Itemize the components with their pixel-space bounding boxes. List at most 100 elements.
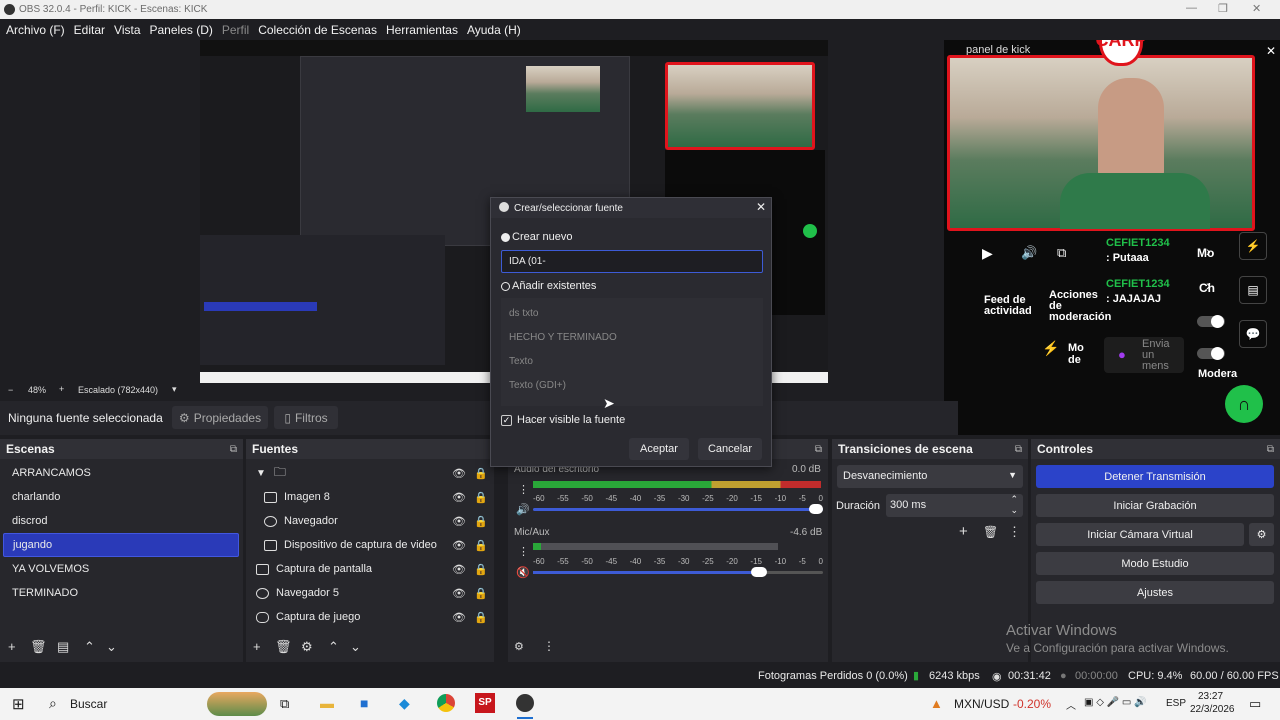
existing-item[interactable]: ds txto (509, 308, 538, 319)
file-explorer-icon[interactable]: ▬ (320, 695, 334, 711)
virtual-cam-settings-icon[interactable]: ⚙ (1249, 523, 1274, 546)
clock-time[interactable]: 23:27 (1198, 691, 1223, 702)
lock-icon[interactable]: 🔒 (474, 467, 488, 480)
outlook-icon[interactable]: ◆ (399, 695, 410, 712)
language-indicator[interactable]: ESP (1166, 698, 1186, 709)
clock-date[interactable]: 22/3/2026 (1190, 704, 1235, 715)
remove-transition-icon[interactable]: 🗑 (983, 525, 998, 539)
menu-herramientas[interactable]: Herramientas (386, 23, 458, 37)
existing-item[interactable]: Texto (GDI+) (509, 380, 566, 391)
close-button[interactable]: ✕ (1252, 2, 1261, 15)
eye-icon[interactable]: 👁 (452, 587, 466, 600)
volume-thumb[interactable] (809, 504, 823, 514)
maximize-button[interactable]: ❐ (1218, 2, 1228, 15)
lock-icon[interactable]: 🔒 (474, 539, 488, 552)
lock-icon[interactable]: 🔒 (474, 611, 488, 624)
undock-icon[interactable]: ⧉ (1015, 444, 1022, 455)
chat-bubble-icon[interactable]: 💬 (1239, 320, 1267, 348)
obs-taskbar-icon[interactable] (516, 694, 534, 712)
chrome-icon[interactable] (437, 694, 455, 712)
dialog-close-icon[interactable]: ✕ (756, 200, 766, 214)
theater-mode-icon[interactable]: ⧉ (1057, 245, 1066, 261)
source-item[interactable]: Navegador 5 👁 🔒 (246, 581, 494, 605)
studio-mode-button[interactable]: Modo Estudio (1036, 552, 1274, 575)
notification-icon[interactable]: ▭ (1249, 696, 1261, 712)
feed-label[interactable]: Feed de actividad (984, 295, 1034, 317)
add-source-icon[interactable]: + (253, 639, 261, 654)
menu-perfil[interactable]: Perfil (222, 23, 249, 37)
volume-slider-2[interactable] (533, 567, 823, 577)
source-group[interactable]: ▼ 🗀 👁 🔒 (246, 461, 494, 485)
mixer-settings-icon[interactable]: ⚙ (514, 640, 524, 653)
remove-source-icon[interactable]: 🗑 (275, 639, 292, 655)
source-item[interactable]: Captura de juego 👁 🔒 (246, 605, 494, 629)
create-new-radio[interactable] (501, 233, 510, 242)
add-existing-label[interactable]: Añadir existentes (512, 280, 596, 292)
stepper-icon[interactable]: ⌃ ⌄ (1010, 494, 1018, 516)
mixer-undock-icon[interactable]: ⧉ (815, 444, 822, 455)
toggle-2[interactable] (1197, 347, 1225, 360)
zoom-in-button[interactable]: + (59, 384, 64, 394)
scene-item[interactable]: TERMINADO (3, 581, 239, 605)
scene-item-selected[interactable]: jugando (3, 533, 239, 557)
eye-icon[interactable]: 👁 (452, 467, 466, 480)
search-highlight-icon[interactable] (207, 692, 267, 716)
start-recording-button[interactable]: Iniciar Grabación (1036, 494, 1274, 517)
scene-item[interactable]: discrod (3, 509, 239, 533)
lock-icon[interactable]: 🔒 (474, 563, 488, 576)
add-transition-icon[interactable]: + (959, 523, 968, 540)
channel-menu-icon[interactable]: ⋮ (518, 545, 529, 558)
app-sp-icon[interactable]: SP (475, 693, 495, 713)
wand-icon[interactable]: ⚡ (1042, 340, 1059, 357)
duration-input[interactable]: 300 ms ⌃ ⌄ (886, 494, 1023, 517)
start-virtual-cam-button[interactable]: Iniciar Cámara Virtual (1036, 523, 1244, 546)
lock-icon[interactable]: 🔒 (474, 515, 488, 528)
scene-item[interactable]: charlando (3, 485, 239, 509)
headset-icon[interactable]: ∩ (1225, 385, 1263, 423)
chat-input[interactable]: ● Envia un mens (1104, 337, 1184, 373)
scene-filters-icon[interactable]: ▤ (57, 639, 69, 655)
eye-icon[interactable]: 👁 (452, 563, 466, 576)
volume-icon[interactable]: 🔊 (1021, 245, 1037, 261)
source-item[interactable]: Captura de pantalla 👁 🔒 (246, 557, 494, 581)
menu-archivo[interactable]: Archivo (F) (6, 23, 65, 37)
windows-start-icon[interactable]: ⊞ (12, 695, 25, 713)
make-visible-checkbox[interactable]: ✓ (501, 415, 512, 426)
taskbar-search-label[interactable]: Buscar (70, 697, 107, 711)
transition-select[interactable]: Desvanecimiento ▼ (837, 465, 1023, 488)
accept-button[interactable]: Aceptar (629, 438, 689, 460)
zoom-out-button[interactable]: − (8, 385, 13, 395)
mic-icon[interactable]: ● (1118, 347, 1126, 362)
lightning-icon[interactable]: ⚡ (1239, 232, 1267, 260)
store-icon[interactable]: ■ (360, 695, 368, 711)
create-new-label[interactable]: Crear nuevo (512, 231, 573, 243)
source-settings-icon[interactable]: ⚙ (301, 639, 313, 655)
ch-chevron-icon[interactable]: › (1206, 277, 1211, 293)
properties-button[interactable]: ⚙ Propiedades (172, 406, 268, 429)
source-up-icon[interactable]: ⌃ (328, 639, 339, 655)
source-item[interactable]: Imagen 8 👁 🔒 (246, 485, 494, 509)
menu-paneles[interactable]: Paneles (D) (150, 23, 213, 37)
stop-stream-button[interactable]: Detener Transmisión (1036, 465, 1274, 488)
toggle-1[interactable] (1197, 315, 1225, 328)
tray-icons[interactable]: ▣ ◇ 🎤 ▭ 🔊 (1084, 697, 1147, 708)
task-view-icon[interactable]: ⧉ (280, 696, 289, 712)
make-visible-label[interactable]: Hacer visible la fuente (517, 414, 625, 426)
search-icon[interactable]: ⌕ (49, 695, 57, 712)
undock-icon[interactable]: ⧉ (230, 444, 237, 455)
lock-icon[interactable]: 🔒 (474, 587, 488, 600)
document-icon[interactable]: ▤ (1239, 276, 1267, 304)
acciones-label[interactable]: Acciones de moderación (1049, 290, 1111, 323)
eye-icon[interactable]: 👁 (452, 491, 466, 504)
volume-slider-1[interactable] (533, 504, 823, 514)
scene-item[interactable]: YA VOLVEMOS (3, 557, 239, 581)
ticker-change[interactable]: -0.20% (1013, 697, 1051, 711)
eye-icon[interactable]: 👁 (452, 611, 466, 624)
expand-icon[interactable]: ▼ (256, 468, 266, 479)
add-existing-radio[interactable] (501, 282, 510, 291)
menu-vista[interactable]: Vista (114, 23, 140, 37)
filters-button[interactable]: ▯ Filtros (274, 406, 338, 429)
scene-item[interactable]: ARRANCAMOS (3, 461, 239, 485)
transition-menu-icon[interactable]: ⋮ (1008, 524, 1021, 540)
settings-button[interactable]: Ajustes (1036, 581, 1274, 604)
